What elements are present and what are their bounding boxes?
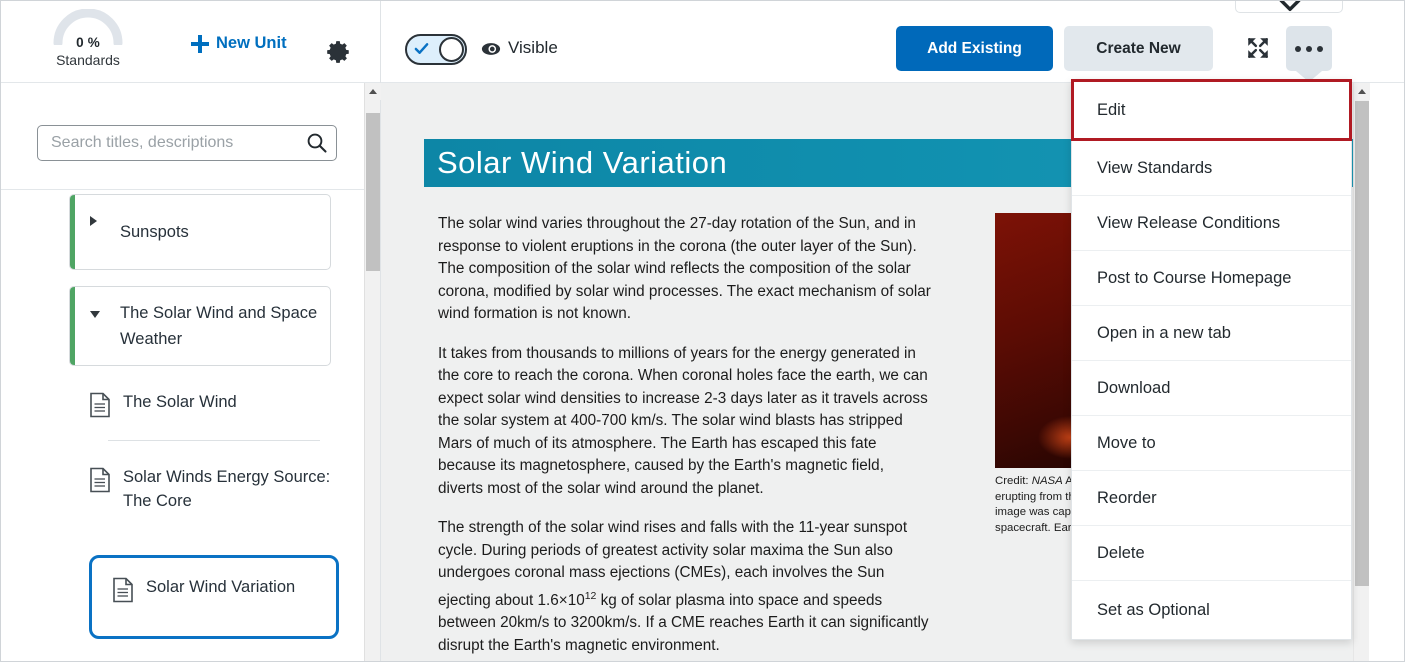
content-scrollbar[interactable] xyxy=(1353,83,1370,661)
menu-item-move-to[interactable]: Move to xyxy=(1072,416,1351,471)
sidebar-search-row xyxy=(1,83,364,190)
triangle-up-icon xyxy=(369,89,377,94)
document-icon xyxy=(90,467,110,493)
topic-item-solar-winds-energy-source[interactable]: Solar Winds Energy Source: The Core xyxy=(89,465,335,513)
sidebar-header: 0 % Standards New Unit xyxy=(1,1,380,83)
menu-item-post-to-course-homepage[interactable]: Post to Course Homepage xyxy=(1072,251,1351,306)
eye-icon xyxy=(481,43,501,55)
topic-divider xyxy=(108,440,320,441)
sidebar-scrollbar-thumb[interactable] xyxy=(366,113,380,271)
menu-item-open-in-new-tab[interactable]: Open in a new tab xyxy=(1072,306,1351,361)
visibility-toggle[interactable] xyxy=(405,34,467,65)
sidebar-scrollbar[interactable] xyxy=(364,83,381,661)
unit-accent-bar xyxy=(70,287,75,365)
course-content-sidebar: 0 % Standards New Unit Search titles, de… xyxy=(1,1,381,661)
visibility-label: Visible xyxy=(508,38,558,57)
page-title: Solar Wind Variation xyxy=(437,145,728,180)
menu-item-view-standards[interactable]: View Standards xyxy=(1072,141,1351,196)
paragraph-3-exponent: 12 xyxy=(584,589,597,602)
plus-icon xyxy=(191,34,209,53)
expand-arrows-icon xyxy=(1248,37,1268,58)
topic-row-inner: Solar Wind Variation xyxy=(112,575,322,603)
topic-toolbar: Visible Add Existing Create New xyxy=(381,1,1404,83)
chevron-right-icon[interactable] xyxy=(90,216,97,226)
menu-item-reorder[interactable]: Reorder xyxy=(1072,471,1351,526)
topic-label: Solar Wind Variation xyxy=(146,578,296,596)
expand-fullscreen-button[interactable] xyxy=(1237,28,1279,70)
app-root: 0 % Standards New Unit Search titles, de… xyxy=(0,0,1405,662)
unit-card-sunspots[interactable]: Sunspots xyxy=(69,194,331,270)
credit-source: NASA xyxy=(1031,475,1063,487)
triangle-up-icon xyxy=(1358,89,1366,94)
menu-item-delete[interactable]: Delete xyxy=(1072,526,1351,581)
toggle-knob xyxy=(439,37,464,62)
add-existing-button[interactable]: Add Existing xyxy=(896,26,1053,71)
paragraph-1: The solar wind varies throughout the 27-… xyxy=(438,215,931,322)
menu-item-set-as-optional[interactable]: Set as Optional xyxy=(1072,581,1351,639)
document-body: The solar wind varies throughout the 27-… xyxy=(438,213,933,661)
menu-item-view-release-conditions[interactable]: View Release Conditions xyxy=(1072,196,1351,251)
unit-title: The Solar Wind and Space Weather xyxy=(120,304,318,348)
credit-prefix: Credit: xyxy=(995,475,1032,487)
paragraph-3: The strength of the solar wind rises and… xyxy=(438,517,933,657)
menu-item-download[interactable]: Download xyxy=(1072,361,1351,416)
settings-gear-button[interactable] xyxy=(326,39,352,65)
gear-icon xyxy=(327,41,349,63)
sidebar-body: Sunspots The Solar Wind and Space Weathe… xyxy=(1,83,380,661)
unit-accent-bar xyxy=(70,195,75,269)
more-actions-button[interactable] xyxy=(1286,26,1332,71)
collapsed-chevron-button[interactable] xyxy=(1235,1,1343,13)
ellipsis-icon xyxy=(1286,26,1332,71)
document-icon xyxy=(90,392,110,418)
content-scroll-up-button[interactable] xyxy=(1354,83,1370,100)
topic-item-solar-wind-variation[interactable]: Solar Wind Variation xyxy=(89,555,339,639)
unit-card-solar-wind-space-weather[interactable]: The Solar Wind and Space Weather xyxy=(69,286,331,366)
topic-label: Solar Winds Energy Source: The Core xyxy=(123,468,331,510)
standards-label: Standards xyxy=(56,52,120,68)
menu-item-edit[interactable]: Edit xyxy=(1071,79,1352,141)
search-input[interactable] xyxy=(51,126,301,160)
more-actions-menu: Edit View Standards View Release Conditi… xyxy=(1071,79,1352,640)
document-icon xyxy=(113,577,133,603)
new-unit-button[interactable]: New Unit xyxy=(191,34,287,53)
topic-item-the-solar-wind[interactable]: The Solar Wind xyxy=(89,390,335,418)
check-icon xyxy=(414,43,429,54)
standards-gauge: 0 % Standards xyxy=(45,9,131,71)
create-new-button[interactable]: Create New xyxy=(1064,26,1213,71)
search-box[interactable] xyxy=(37,125,337,161)
paragraph-2: It takes from thousands to millions of y… xyxy=(438,344,928,497)
search-icon xyxy=(307,133,327,153)
chevron-down-icon xyxy=(1279,1,1301,12)
new-unit-label: New Unit xyxy=(216,34,287,52)
topic-label: The Solar Wind xyxy=(123,393,237,411)
sidebar-scroll-up-button[interactable] xyxy=(365,83,381,100)
unit-title: Sunspots xyxy=(120,223,189,241)
course-tree: Sunspots The Solar Wind and Space Weathe… xyxy=(1,190,364,661)
content-scrollbar-thumb[interactable] xyxy=(1355,101,1369,586)
standards-percent: 0 % xyxy=(76,35,100,50)
chevron-down-icon[interactable] xyxy=(90,311,100,318)
search-button[interactable] xyxy=(306,132,328,154)
